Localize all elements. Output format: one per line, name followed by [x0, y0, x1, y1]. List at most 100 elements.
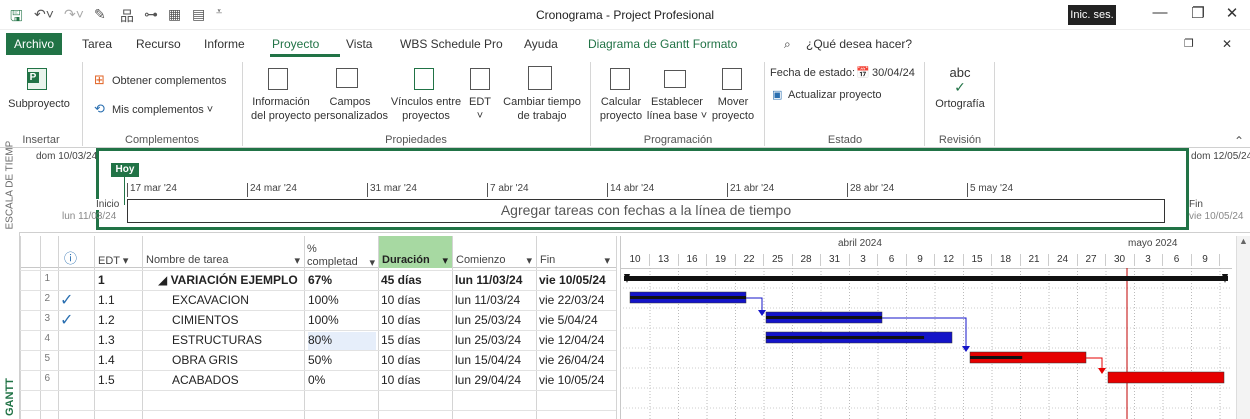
gantt-day-tick: [677, 254, 679, 266]
end-cell: vie 12/04/24: [539, 333, 605, 347]
end-cell: vie 5/04/24: [539, 313, 598, 327]
column-divider: [616, 236, 617, 419]
start-cell: lun 29/04/24: [455, 373, 522, 387]
tab-gantt-format[interactable]: Diagrama de Gantt Formato: [588, 37, 737, 51]
fecha-estado-value[interactable]: 30/04/24: [872, 66, 915, 80]
gantt-day-label: 9: [1202, 254, 1208, 265]
cross-project-links-icon: [414, 68, 434, 90]
gantt-day-label: 9: [917, 254, 923, 265]
project-info-icon: [268, 68, 288, 90]
edt-cell: 1.2: [98, 313, 115, 327]
gantt-day-tick: [877, 254, 878, 266]
start-cell: lun 25/03/24: [455, 313, 522, 327]
mis-complementos-button[interactable]: Mis complementos ˅: [112, 103, 213, 117]
subproyecto-button[interactable]: Subproyecto: [4, 97, 74, 111]
calendar-icon: 📅: [856, 67, 870, 79]
pct-header[interactable]: completad ▾: [307, 256, 377, 269]
edt-cell: 1.1: [98, 293, 115, 307]
duracion-header[interactable]: Duración ▾: [382, 254, 450, 267]
tab-recurso[interactable]: Recurso: [136, 37, 181, 51]
ribbon-close-button[interactable]: ✕: [1222, 37, 1232, 51]
close-button[interactable]: ✕: [1218, 4, 1246, 26]
mover-proyecto-button[interactable]: Mover proyecto: [708, 95, 758, 123]
vertical-scrollbar[interactable]: ▲: [1236, 236, 1250, 419]
complete-check-icon: ✓: [60, 292, 74, 309]
gantt-day-tick: [791, 254, 793, 266]
sign-in-button[interactable]: Inic. ses.: [1068, 5, 1116, 25]
gantt-day-tick: [962, 254, 964, 266]
row-divider: [20, 350, 616, 351]
campos-personalizados-button[interactable]: Campos personalizados: [314, 95, 388, 123]
vinculos-proyectos-button[interactable]: Vínculos entre proyectos: [388, 95, 464, 123]
pct-header-1[interactable]: %: [307, 243, 317, 255]
group-separator: [242, 62, 243, 146]
group-propiedades: Propiedades: [385, 134, 447, 146]
info-header-icon[interactable]: ⓘ: [64, 248, 77, 267]
info-proyecto-button[interactable]: Información del proyecto: [248, 95, 314, 123]
cambiar-tiempo-button[interactable]: Cambiar tiempo de trabajo: [500, 95, 584, 123]
start-cell: lun 15/04/24: [455, 353, 522, 367]
ortografia-button[interactable]: Ortografía: [932, 97, 988, 111]
fin-header[interactable]: Fin ▾: [540, 254, 612, 267]
establecer-linea-base-button[interactable]: Establecer línea base ˅: [646, 95, 708, 123]
timeline-tick: 5 may '24: [967, 183, 1013, 197]
store-icon: ⊞: [94, 72, 105, 87]
scroll-up-icon[interactable]: ▲: [1237, 236, 1250, 246]
timeline-tick: 14 abr '24: [607, 183, 654, 197]
gantt-day-tick: [848, 254, 850, 266]
search-box[interactable]: ¿Qué desea hacer?: [806, 37, 912, 51]
tab-informe[interactable]: Informe: [204, 37, 245, 51]
group-revision: Revisión: [938, 134, 982, 146]
gantt-day-tick: [1162, 254, 1163, 266]
group-separator: [590, 62, 591, 146]
task-name-cell: CIMIENTOS: [172, 313, 239, 327]
timeline-end-label: Fin: [1189, 199, 1203, 210]
gantt-day-tick: [991, 254, 992, 266]
ribbon-restore-button[interactable]: ❐: [1184, 37, 1194, 50]
column-divider: [20, 236, 21, 419]
tab-ayuda[interactable]: Ayuda: [524, 37, 558, 51]
gantt-day-label: 18: [999, 254, 1012, 265]
gantt-day-label: 6: [1173, 254, 1180, 265]
gantt-day-label: 16: [686, 254, 698, 265]
obtener-complementos-button[interactable]: Obtener complementos: [112, 74, 226, 88]
baseline-icon: [664, 70, 686, 88]
gantt-day-label: 15: [971, 254, 983, 265]
checkmark-icon: ✓: [954, 79, 966, 95]
edt-button[interactable]: EDT ˅: [466, 95, 494, 123]
duration-cell: 15 días: [381, 333, 421, 347]
collapse-ribbon-icon[interactable]: ⌃: [1234, 134, 1244, 148]
today-marker: Hoy: [111, 163, 139, 177]
comienzo-header[interactable]: Comienzo ▾: [456, 254, 534, 267]
tab-file[interactable]: Archivo: [6, 33, 62, 55]
actualizar-proyecto-button[interactable]: Actualizar proyecto: [788, 88, 882, 102]
edt-cell: 1.3: [98, 333, 115, 347]
pct-cell: 100%: [308, 313, 339, 327]
pct-cell: 100%: [308, 293, 339, 307]
end-cell: vie 10/05/24: [539, 373, 605, 387]
timeline[interactable]: Hoy 17 mar '24 24 mar '24 31 mar '24 7 abr …: [96, 148, 1189, 230]
gantt-day-label: 21: [1028, 254, 1040, 265]
search-icon[interactable]: ⌕: [784, 37, 791, 52]
tab-wbs[interactable]: WBS Schedule Pro: [400, 37, 503, 51]
edt-cell: 1.5: [98, 373, 115, 387]
edt-header[interactable]: EDT ▾: [98, 254, 128, 267]
pct-cell: 67%: [308, 273, 333, 287]
name-header[interactable]: Nombre de tarea ▾: [146, 254, 300, 267]
restore-button[interactable]: ❐: [1184, 4, 1212, 26]
column-divider: [452, 236, 453, 419]
row-id: 5: [44, 353, 50, 364]
gantt-day-label: 25: [771, 254, 784, 265]
calcular-proyecto-button[interactable]: Calcular proyecto: [596, 95, 646, 123]
minimize-button[interactable]: —: [1146, 4, 1174, 26]
timeline-tick: 7 abr '24: [487, 183, 529, 197]
progress-bar: [766, 316, 882, 319]
tab-tarea[interactable]: Tarea: [82, 37, 112, 51]
tab-proyecto[interactable]: Proyecto: [272, 37, 319, 51]
start-cell: lun 11/03/24: [455, 273, 523, 287]
pct-cell: 0%: [308, 373, 326, 387]
timeline-bar[interactable]: Agregar tareas con fechas a la línea de …: [127, 199, 1165, 223]
tab-vista[interactable]: Vista: [346, 37, 372, 51]
row-divider: [20, 410, 616, 411]
column-divider: [378, 236, 379, 419]
